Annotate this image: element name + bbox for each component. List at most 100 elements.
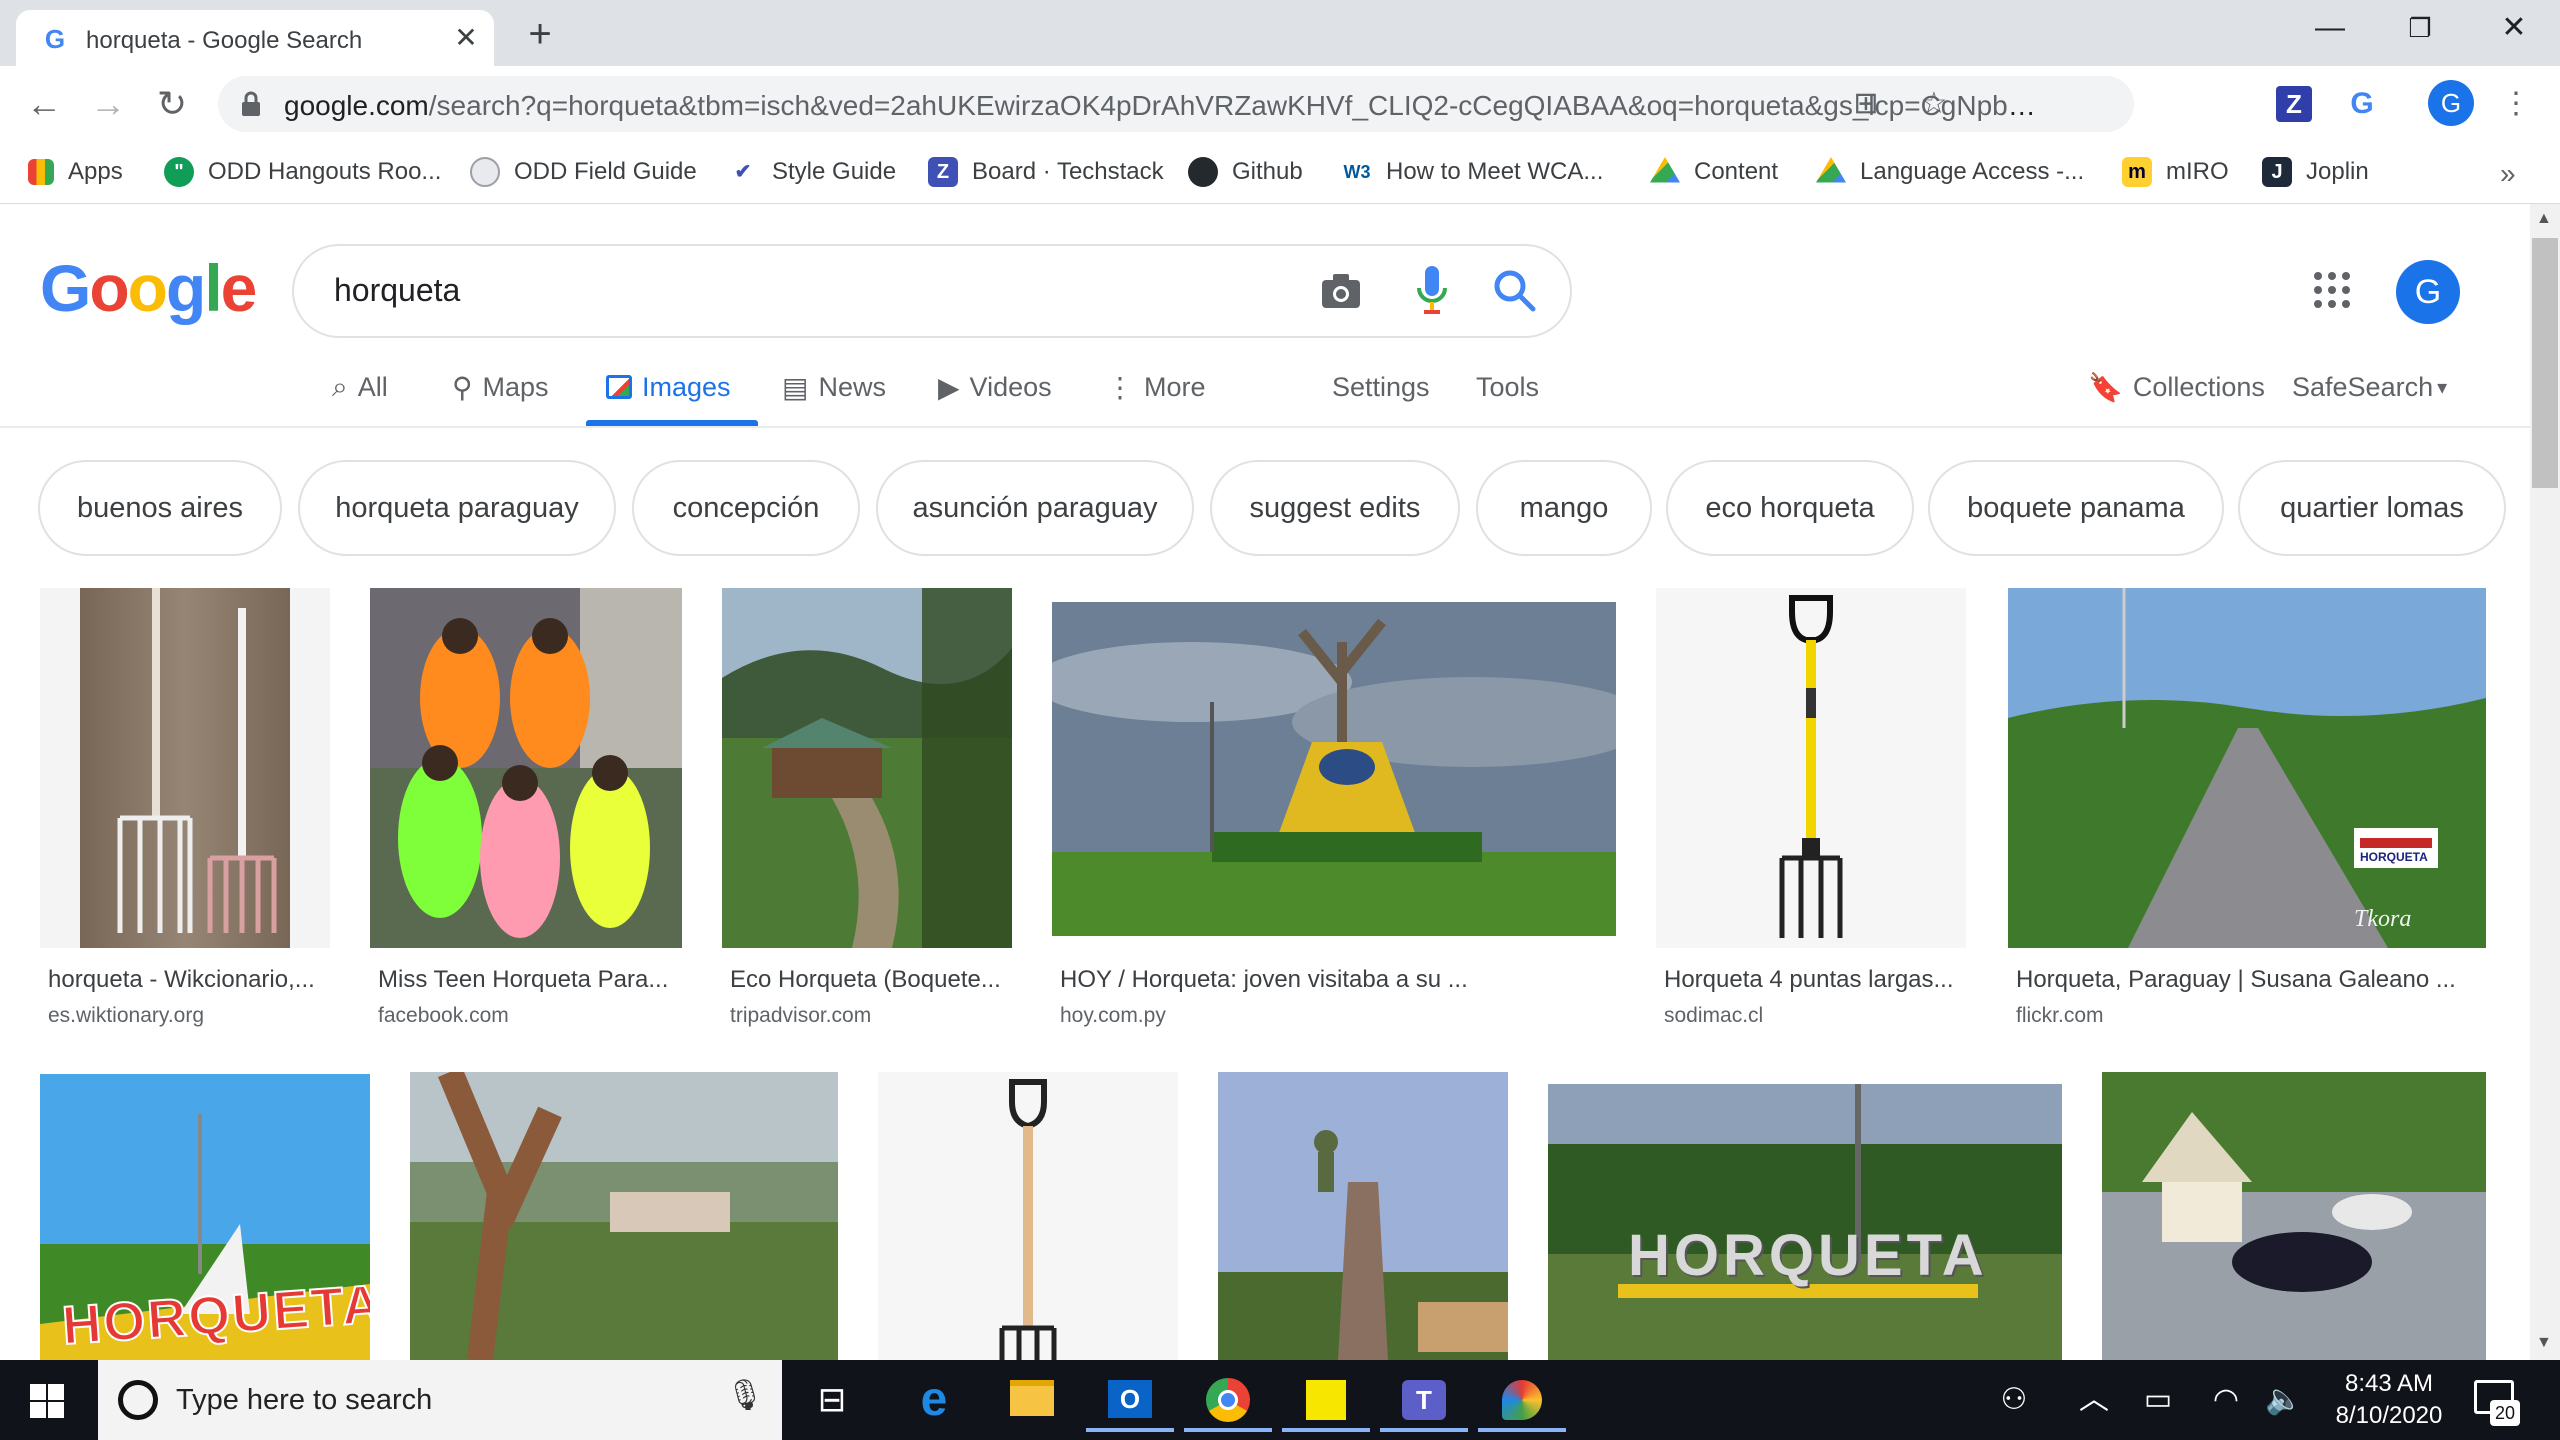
google-translate-extension-icon[interactable]: G xyxy=(2340,82,2384,126)
bookmark-language-access[interactable]: Language Access -... xyxy=(1816,152,2084,192)
bookmark-apps[interactable]: Apps xyxy=(28,152,123,192)
chip-quartier-lomas[interactable]: quartier lomas xyxy=(2238,460,2506,556)
safesearch-dropdown[interactable]: SafeSearch ▾ xyxy=(2292,362,2447,412)
result-image[interactable] xyxy=(2102,1072,2486,1360)
result-image[interactable] xyxy=(40,588,330,948)
tab-all[interactable]: ⌕ All xyxy=(332,362,388,412)
result-source[interactable]: tripadvisor.com xyxy=(730,1004,871,1028)
tab-videos[interactable]: ▶ Videos xyxy=(938,362,1052,412)
bookmark-odd-field-guide[interactable]: ODD Field Guide xyxy=(470,152,697,192)
taskbar-clock[interactable]: 8:43 AM 8/10/2020 xyxy=(2326,1368,2452,1432)
tab-more[interactable]: ⋮ More xyxy=(1106,362,1206,412)
zenhub-extension-icon[interactable]: Z xyxy=(2276,86,2312,122)
search-input[interactable]: horqueta xyxy=(334,272,460,309)
result-source[interactable]: hoy.com.py xyxy=(1060,1004,1166,1028)
address-bar[interactable]: google.com/search?q=horqueta&tbm=isch&ve… xyxy=(218,76,2134,132)
battery-icon[interactable]: ▭ xyxy=(2138,1380,2178,1420)
tab-news[interactable]: ▤ News xyxy=(782,362,886,412)
people-icon[interactable]: ⚇ xyxy=(1994,1380,2034,1420)
camera-icon[interactable] xyxy=(1318,268,1364,314)
reload-icon[interactable]: ↻ xyxy=(148,80,196,128)
show-hidden-icons[interactable]: ︿ xyxy=(2074,1380,2114,1420)
result-image[interactable]: HORQUETA Tkora xyxy=(2008,588,2486,948)
edge-icon[interactable]: e xyxy=(890,1368,978,1432)
chip-horqueta-paraguay[interactable]: horqueta paraguay xyxy=(298,460,616,556)
bookmark-board-techstack[interactable]: Z Board · Techstack xyxy=(928,152,1164,192)
result-title[interactable]: Eco Horqueta (Boquete... xyxy=(730,966,1010,994)
result-source[interactable]: es.wiktionary.org xyxy=(48,1004,204,1028)
result-image[interactable] xyxy=(1052,602,1616,936)
result-image[interactable]: HORQUETA xyxy=(40,1074,370,1360)
restore-icon[interactable]: ❐ xyxy=(2390,8,2450,48)
microphone-icon[interactable] xyxy=(1412,264,1452,316)
tab-maps[interactable]: ⚲ Maps xyxy=(452,362,549,412)
profile-avatar[interactable]: G xyxy=(2428,80,2474,126)
outlook-icon[interactable]: O xyxy=(1086,1368,1174,1432)
bookmark-how-to-meet-wcag[interactable]: W3 How to Meet WCA... xyxy=(1342,152,1603,192)
teams-icon[interactable]: T xyxy=(1380,1368,1468,1432)
google-apps-icon[interactable] xyxy=(2312,270,2352,310)
result-image[interactable] xyxy=(1656,588,1966,948)
taskbar-search-box[interactable]: Type here to search 🎙 xyxy=(98,1360,782,1440)
bookmark-odd-hangouts[interactable]: " ODD Hangouts Roo... xyxy=(164,152,441,192)
result-image[interactable] xyxy=(1218,1072,1508,1360)
bookmark-star-icon[interactable]: ☆ xyxy=(1912,82,1956,126)
forward-icon[interactable]: → xyxy=(84,80,132,128)
search-icon[interactable] xyxy=(1490,266,1538,314)
result-image[interactable]: HORQUETA xyxy=(1548,1084,2062,1360)
chip-eco-horqueta[interactable]: eco horqueta xyxy=(1666,460,1914,556)
result-title[interactable]: Horqueta, Paraguay | Susana Galeano ... xyxy=(2016,966,2476,994)
result-source[interactable]: flickr.com xyxy=(2016,1004,2104,1028)
account-avatar[interactable]: G xyxy=(2396,260,2460,324)
bookmark-joplin[interactable]: J Joplin xyxy=(2262,152,2369,192)
chrome-menu-icon[interactable]: ⋮ xyxy=(2494,82,2538,126)
back-icon[interactable]: ← xyxy=(20,80,68,128)
result-image[interactable] xyxy=(878,1072,1178,1360)
new-tab-button[interactable]: + xyxy=(520,14,560,54)
close-tab-icon[interactable]: ✕ xyxy=(450,22,482,54)
chip-boquete-panama[interactable]: boquete panama xyxy=(1928,460,2224,556)
result-image[interactable] xyxy=(370,588,682,948)
result-title[interactable]: horqueta - Wikcionario,... xyxy=(48,966,328,994)
result-source[interactable]: facebook.com xyxy=(378,1004,509,1028)
chip-mango[interactable]: mango xyxy=(1476,460,1652,556)
result-title[interactable]: HOY / Horqueta: joven visitaba a su ... xyxy=(1060,966,1600,994)
url-text[interactable]: google.com/search?q=horqueta&tbm=isch&ve… xyxy=(284,90,2044,122)
chip-concepcion[interactable]: concepción xyxy=(632,460,860,556)
bookmark-miro[interactable]: m mIRO xyxy=(2122,152,2229,192)
chip-asuncion-paraguay[interactable]: asunción paraguay xyxy=(876,460,1194,556)
translate-icon[interactable]: ⊞ xyxy=(1844,82,1888,126)
scroll-down-icon[interactable]: ▼ xyxy=(2536,1334,2552,1352)
result-image[interactable] xyxy=(410,1072,838,1360)
bookmark-content[interactable]: Content xyxy=(1650,152,1778,192)
settings-link[interactable]: Settings xyxy=(1332,362,1430,412)
volume-icon[interactable]: 🔈 xyxy=(2264,1380,2304,1420)
file-explorer-icon[interactable] xyxy=(988,1368,1076,1432)
microphone-icon[interactable]: 🎙 xyxy=(726,1378,764,1413)
tools-link[interactable]: Tools xyxy=(1476,362,1539,412)
result-title[interactable]: Miss Teen Horqueta Para... xyxy=(378,966,678,994)
chrome-icon[interactable] xyxy=(1184,1368,1272,1432)
tab-images[interactable]: Images xyxy=(606,362,731,412)
close-window-icon[interactable]: ✕ xyxy=(2484,8,2544,48)
scrollbar-thumb[interactable] xyxy=(2532,238,2558,488)
wifi-icon[interactable]: ◠ xyxy=(2206,1380,2246,1420)
bookmark-style-guide[interactable]: ✔ Style Guide xyxy=(728,152,896,192)
windows-start-icon[interactable] xyxy=(30,1384,64,1418)
search-box[interactable]: horqueta xyxy=(292,244,1572,338)
collections-link[interactable]: 🔖 Collections xyxy=(2088,362,2265,412)
paint-icon[interactable] xyxy=(1478,1368,1566,1432)
result-source[interactable]: sodimac.cl xyxy=(1664,1004,1763,1028)
minimize-icon[interactable]: — xyxy=(2300,8,2360,48)
result-image[interactable] xyxy=(722,588,1012,948)
chip-suggest-edits[interactable]: suggest edits xyxy=(1210,460,1460,556)
task-view-icon[interactable]: ⊟ xyxy=(788,1368,876,1432)
sticky-notes-icon[interactable] xyxy=(1282,1368,1370,1432)
browser-tab[interactable]: G horqueta - Google Search ✕ xyxy=(16,10,494,66)
chip-buenos-aires[interactable]: buenos aires xyxy=(38,460,282,556)
bookmark-github[interactable]: Github xyxy=(1188,152,1303,192)
scroll-up-icon[interactable]: ▲ xyxy=(2536,210,2552,228)
google-logo[interactable]: Google xyxy=(40,250,257,326)
bookmarks-overflow-icon[interactable]: » xyxy=(2500,158,2516,190)
result-title[interactable]: Horqueta 4 puntas largas... xyxy=(1664,966,1960,994)
